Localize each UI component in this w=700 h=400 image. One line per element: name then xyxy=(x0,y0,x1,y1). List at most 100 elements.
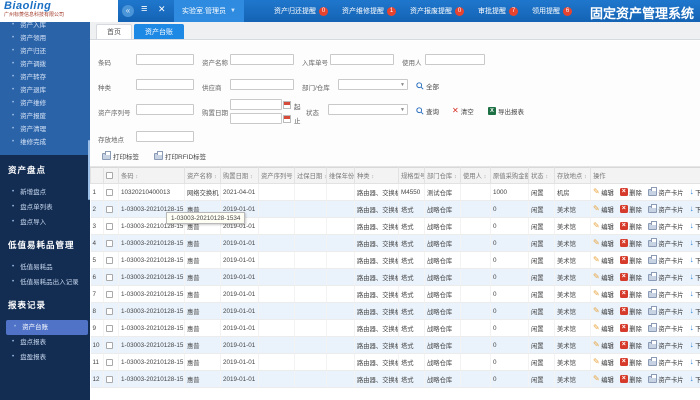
tab-asset-ledger[interactable]: 资产台账 xyxy=(134,24,184,39)
tab-home[interactable]: 首页 xyxy=(96,24,132,39)
inbound-no-input[interactable] xyxy=(330,54,394,65)
column-header[interactable]: 部门仓库 ↕ xyxy=(424,167,461,184)
query-button[interactable]: 查询 xyxy=(416,106,439,116)
sort-icon[interactable]: ↕ xyxy=(545,174,548,180)
sidebar-item[interactable]: • 盘点报表 xyxy=(0,335,90,350)
edit-action[interactable]: ✎ 编辑 xyxy=(593,205,614,214)
sort-icon[interactable]: ↕ xyxy=(214,174,217,180)
download-action[interactable]: ↓下载 xyxy=(690,290,700,299)
row-checkbox[interactable] xyxy=(106,205,113,213)
delete-action[interactable]: × 删除 xyxy=(619,341,642,350)
column-header[interactable]: 原值采购金额 ↕ xyxy=(490,167,529,184)
edit-action[interactable]: ✎ 编辑 xyxy=(593,358,614,367)
hamburger-menu-icon[interactable]: ≡ xyxy=(141,3,147,15)
reminder-tab[interactable]: 领用提醒 6 xyxy=(532,6,572,16)
download-action[interactable]: ↓下载 xyxy=(690,341,700,350)
sort-icon[interactable]: ↕ xyxy=(135,174,138,180)
row-checkbox[interactable] xyxy=(106,290,113,298)
sidebar-item[interactable]: • 盘点单列表 xyxy=(0,200,90,215)
asset-card-action[interactable]: 资产卡片 xyxy=(647,356,684,367)
user-input[interactable] xyxy=(425,54,485,65)
sidebar-item[interactable]: • 维修完成 xyxy=(0,136,90,149)
column-header[interactable]: 过保日期 ↕ xyxy=(294,167,327,184)
user-role-dropdown[interactable]: 实验室.管理员 ▼ xyxy=(174,0,244,22)
reminder-tab[interactable]: 资产归还提醒 0 xyxy=(274,6,328,16)
download-action[interactable]: ↓下载 xyxy=(690,324,700,333)
export-report-button[interactable]: X 导出报表 xyxy=(488,106,524,116)
sort-icon[interactable]: ↕ xyxy=(454,174,457,180)
sidebar-item[interactable]: • 资产归还 xyxy=(0,45,90,58)
edit-action[interactable]: ✎ 编辑 xyxy=(593,239,614,248)
select-all-checkbox[interactable] xyxy=(106,172,113,179)
download-action[interactable]: ↓下载 xyxy=(690,375,700,384)
column-header[interactable]: 操作 xyxy=(590,167,700,184)
sidebar-item[interactable]: • 资产台账 xyxy=(6,320,88,335)
delete-action[interactable]: × 删除 xyxy=(619,375,642,384)
download-action[interactable]: ↓下载 xyxy=(690,205,700,214)
print-rfid-label-button[interactable]: 打印RFID标签 xyxy=(154,150,206,161)
close-icon[interactable]: ✕ xyxy=(158,4,166,15)
edit-action[interactable]: ✎ 编辑 xyxy=(593,341,614,350)
sidebar-item[interactable]: • 盘点导入 xyxy=(0,215,90,230)
download-action[interactable]: ↓下载 xyxy=(690,256,700,265)
supplier-input[interactable] xyxy=(230,79,294,90)
header-select-all[interactable] xyxy=(103,167,119,184)
delete-action[interactable]: × 删除 xyxy=(619,205,642,214)
sidebar-item[interactable]: • 资产报废 xyxy=(0,110,90,123)
edit-action[interactable]: ✎ 编辑 xyxy=(593,375,614,384)
sidebar-item[interactable]: • 资产转存 xyxy=(0,71,90,84)
asset-card-action[interactable]: 资产卡片 xyxy=(647,186,684,197)
serial-input[interactable] xyxy=(136,104,194,115)
asset-card-action[interactable]: 资产卡片 xyxy=(647,237,684,248)
sidebar-item[interactable]: • 资产维修 xyxy=(0,97,90,110)
delete-action[interactable]: × 删除 xyxy=(619,222,642,231)
column-header[interactable]: 种类 ↕ xyxy=(354,167,399,184)
row-checkbox[interactable] xyxy=(106,188,113,196)
delete-action[interactable]: × 删除 xyxy=(619,256,642,265)
asset-name-input[interactable] xyxy=(230,54,294,65)
asset-card-action[interactable]: 资产卡片 xyxy=(647,339,684,350)
column-header[interactable]: 存放地点 ↕ xyxy=(554,167,591,184)
purchase-date-to-input[interactable] xyxy=(230,113,291,124)
sidebar-item[interactable]: • 资产入库 xyxy=(0,22,90,32)
edit-action[interactable]: ✎ 编辑 xyxy=(593,222,614,231)
edit-action[interactable]: ✎ 编辑 xyxy=(593,324,614,333)
row-checkbox[interactable] xyxy=(106,222,113,230)
asset-card-action[interactable]: 资产卡片 xyxy=(647,203,684,214)
delete-action[interactable]: × 删除 xyxy=(619,188,642,197)
purchase-date-from-input[interactable] xyxy=(230,99,291,110)
column-header[interactable]: 状态 ↕ xyxy=(528,167,555,184)
asset-card-action[interactable]: 资产卡片 xyxy=(647,254,684,265)
reminder-tab[interactable]: 资产维修提醒 1 xyxy=(342,6,396,16)
status-select[interactable]: ▼ xyxy=(328,104,408,115)
reminder-tab[interactable]: 资产报废提醒 0 xyxy=(410,6,464,16)
row-checkbox[interactable] xyxy=(106,341,113,349)
delete-action[interactable]: × 删除 xyxy=(619,358,642,367)
dept-warehouse-select[interactable]: ▼ xyxy=(338,79,408,90)
download-action[interactable]: ↓下载 xyxy=(690,358,700,367)
download-action[interactable]: ↓下载 xyxy=(690,307,700,316)
download-action[interactable]: ↓下载 xyxy=(690,239,700,248)
clear-button[interactable]: ✕ 清空 xyxy=(452,106,474,117)
delete-action[interactable]: × 删除 xyxy=(619,239,642,248)
asset-card-action[interactable]: 资产卡片 xyxy=(647,271,684,282)
row-checkbox[interactable] xyxy=(106,273,113,281)
edit-action[interactable]: ✎ 编辑 xyxy=(593,188,614,197)
row-checkbox[interactable] xyxy=(106,324,113,332)
asset-card-action[interactable]: 资产卡片 xyxy=(647,322,684,333)
delete-action[interactable]: × 删除 xyxy=(619,307,642,316)
row-checkbox[interactable] xyxy=(106,239,113,247)
download-action[interactable]: ↓下载 xyxy=(690,188,700,197)
sort-icon[interactable]: ↕ xyxy=(584,174,587,180)
location-input[interactable] xyxy=(136,131,194,142)
sidebar-item[interactable]: • 低值易耗品 xyxy=(0,260,90,275)
sidebar-item[interactable]: • 低值易耗品出入记录 xyxy=(0,275,90,290)
sidebar-item[interactable]: • 新增盘点 xyxy=(0,185,90,200)
delete-action[interactable]: × 删除 xyxy=(619,290,642,299)
edit-action[interactable]: ✎ 编辑 xyxy=(593,290,614,299)
sidebar-item[interactable]: • 资产清理 xyxy=(0,123,90,136)
sort-icon[interactable]: ↕ xyxy=(484,174,487,180)
asset-card-action[interactable]: 资产卡片 xyxy=(647,373,684,384)
download-action[interactable]: ↓下载 xyxy=(690,222,700,231)
row-checkbox[interactable] xyxy=(106,256,113,264)
